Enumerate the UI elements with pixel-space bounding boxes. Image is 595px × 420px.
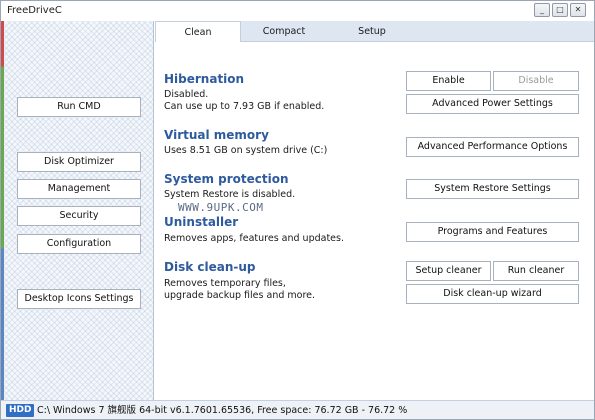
watermark-text: WWW.9UPK.COM bbox=[178, 201, 264, 214]
advanced-performance-options-button[interactable]: Advanced Performance Options bbox=[406, 137, 579, 157]
tab-setup[interactable]: Setup bbox=[327, 21, 417, 42]
hibernation-enable-button[interactable]: Enable bbox=[406, 71, 491, 91]
run-cmd-button[interactable]: Run CMD bbox=[17, 97, 141, 117]
tab-compact[interactable]: Compact bbox=[241, 21, 327, 42]
advanced-power-settings-button[interactable]: Advanced Power Settings bbox=[406, 94, 579, 114]
minimize-button[interactable]: _ bbox=[534, 3, 550, 17]
title-bar: FreeDriveC _ □ ✕ bbox=[1, 1, 594, 21]
disk-cleanup-title: Disk clean-up bbox=[164, 260, 256, 274]
drive-status-text: C:\ Windows 7 旗舰版 64-bit v6.1.7601.65536… bbox=[37, 405, 408, 416]
disk-cleanup-description-line1: Removes temporary files, bbox=[164, 278, 286, 289]
hibernation-title: Hibernation bbox=[164, 72, 245, 86]
hdd-badge: HDD bbox=[6, 404, 35, 417]
maximize-button[interactable]: □ bbox=[552, 3, 568, 17]
sidebar-edge-decoration bbox=[1, 21, 4, 400]
hibernation-status: Disabled. bbox=[164, 89, 209, 100]
uninstaller-description: Removes apps, features and updates. bbox=[164, 233, 344, 244]
desktop-icons-settings-button[interactable]: Desktop Icons Settings bbox=[17, 289, 141, 309]
app-window: FreeDriveC _ □ ✕ Run CMD Disk Optimizer … bbox=[0, 0, 595, 420]
disk-cleanup-wizard-button[interactable]: Disk clean-up wizard bbox=[406, 284, 579, 304]
tab-clean[interactable]: Clean bbox=[155, 21, 241, 42]
hibernation-detail: Can use up to 7.93 GB if enabled. bbox=[164, 101, 325, 112]
tab-bar: Clean Compact Setup bbox=[155, 21, 594, 42]
virtual-memory-title: Virtual memory bbox=[164, 128, 269, 142]
disk-cleanup-description-line2: upgrade backup files and more. bbox=[164, 290, 316, 301]
programs-and-features-button[interactable]: Programs and Features bbox=[406, 222, 579, 242]
close-button[interactable]: ✕ bbox=[570, 3, 586, 17]
run-cleaner-button[interactable]: Run cleaner bbox=[493, 261, 579, 281]
app-title: FreeDriveC bbox=[7, 5, 62, 16]
uninstaller-title: Uninstaller bbox=[164, 215, 239, 229]
management-button[interactable]: Management bbox=[17, 179, 141, 199]
configuration-button[interactable]: Configuration bbox=[17, 234, 141, 254]
setup-cleaner-button[interactable]: Setup cleaner bbox=[406, 261, 491, 281]
window-controls: _ □ ✕ bbox=[534, 3, 586, 17]
system-protection-title: System protection bbox=[164, 172, 289, 186]
system-restore-settings-button[interactable]: System Restore Settings bbox=[406, 179, 579, 199]
security-button[interactable]: Security bbox=[17, 206, 141, 226]
disk-optimizer-button[interactable]: Disk Optimizer bbox=[17, 152, 141, 172]
status-bar: HDD C:\ Windows 7 旗舰版 64-bit v6.1.7601.6… bbox=[1, 400, 594, 419]
system-protection-status: System Restore is disabled. bbox=[164, 189, 296, 200]
virtual-memory-status: Uses 8.51 GB on system drive (C:) bbox=[164, 145, 328, 156]
hibernation-disable-button[interactable]: Disable bbox=[493, 71, 579, 91]
